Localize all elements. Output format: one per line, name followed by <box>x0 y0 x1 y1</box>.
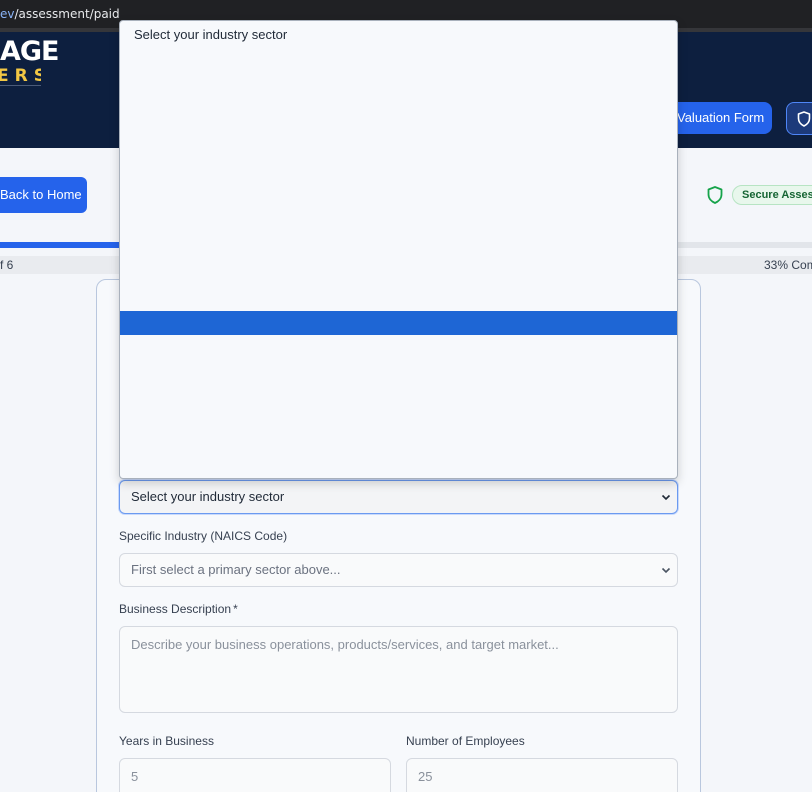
number-of-employees-input[interactable]: 25 <box>406 758 678 792</box>
industry-sector-dropdown-list[interactable]: Select your industry sector <box>119 20 678 479</box>
business-description-label-text: Business Description <box>119 602 232 616</box>
naics-placeholder: First select a primary sector above... <box>131 562 341 577</box>
years-in-business-input[interactable]: 5 <box>119 758 391 792</box>
percent-complete-label: 33% Complete <box>764 258 812 272</box>
url-path: /assessment/paid <box>14 7 120 21</box>
years-placeholder: 5 <box>131 769 139 784</box>
industry-sector-value: Select your industry sector <box>131 489 285 504</box>
naics-label: Specific Industry (NAICS Code) <box>119 529 288 543</box>
business-description-placeholder: Describe your business operations, produ… <box>131 637 559 652</box>
url-host: ev <box>0 7 15 21</box>
employees-placeholder: 25 <box>418 769 433 784</box>
years-in-business-label: Years in Business <box>119 734 214 748</box>
shield-icon <box>797 111 811 127</box>
shield-check-icon <box>707 186 723 204</box>
industry-sector-select[interactable]: Select your industry sector <box>119 480 678 514</box>
secure-nav-button[interactable] <box>786 102 812 135</box>
chevron-down-icon <box>661 567 671 574</box>
step-indicator: f 6 <box>0 258 14 272</box>
number-of-employees-label: Number of Employees <box>406 734 525 748</box>
dropdown-option-highlighted[interactable] <box>120 311 677 335</box>
site-logo[interactable]: AGE ERS <box>0 36 60 86</box>
logo-line-2: ERS <box>0 67 41 86</box>
dropdown-option-placeholder[interactable]: Select your industry sector <box>134 27 287 42</box>
naics-code-select[interactable]: First select a primary sector above... <box>119 553 678 587</box>
business-description-label: Business Description * <box>119 602 238 616</box>
required-asterisk: * <box>233 602 238 616</box>
business-description-textarea[interactable]: Describe your business operations, produ… <box>119 626 678 713</box>
address-bar[interactable]: ev/assessment/paid <box>0 7 120 21</box>
chevron-down-icon <box>661 494 671 501</box>
back-to-home-button[interactable]: Back to Home <box>0 177 87 213</box>
secure-assessment-badge: Secure Assessment <box>732 185 812 205</box>
logo-line-1: AGE <box>0 36 60 67</box>
